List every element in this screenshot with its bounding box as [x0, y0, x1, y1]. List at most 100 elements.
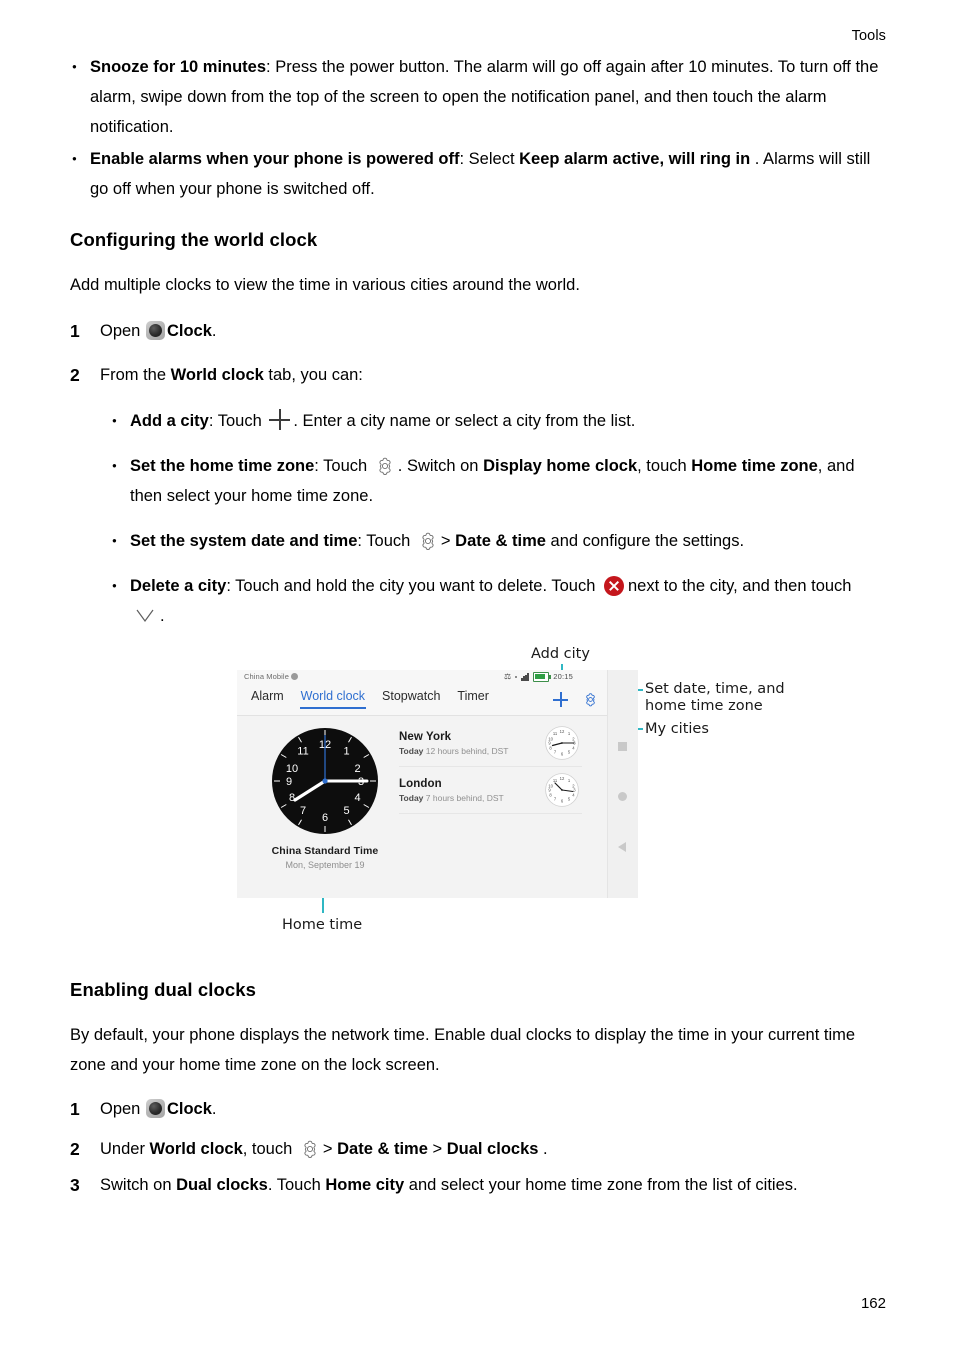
svg-text:11: 11 — [553, 731, 558, 736]
tab-alarm[interactable]: Alarm — [251, 689, 284, 707]
annotation-home-time: Home time — [282, 917, 363, 933]
step2-before: From the — [100, 366, 171, 384]
section-world-clock: Configuring the world clock Add multiple… — [70, 228, 886, 631]
status-icons: ⚖ 20:15 — [504, 672, 573, 682]
sub-sysdate-lead: Set the system date and time — [130, 532, 358, 550]
sub-delete-tail-2: . — [160, 607, 165, 625]
home-clock-timezone: China Standard Time — [271, 845, 379, 857]
dual-step2-bold-3: Dual clocks — [446, 1140, 539, 1158]
annotation-set-date-time: Set date, time, and home time zone — [645, 681, 785, 715]
city-name: New York — [399, 730, 452, 743]
step-open-clock: 1 Open Clock. — [70, 316, 886, 346]
dual-clocks-intro: By default, your phone displays the netw… — [70, 1026, 856, 1074]
sub-home-tz-tail-1: . Switch on — [397, 457, 484, 475]
gear-icon — [300, 1139, 320, 1159]
home-nav-icon[interactable] — [618, 792, 627, 801]
clock-app-icon — [145, 1099, 165, 1118]
bullet-powered-off-text-before: : Select — [459, 150, 520, 168]
annotation-set-date-time-line2: home time zone — [645, 698, 763, 714]
gear-icon — [418, 531, 438, 551]
svg-text:5: 5 — [343, 805, 349, 817]
phone-status-bar: China Mobile ⚖ 20:15 — [237, 670, 608, 685]
dual-step-date-time: 2 Under World clock, touch > Date & time … — [70, 1134, 886, 1164]
bullet-powered-off-lead: Enable alarms when your phone is powered… — [90, 150, 460, 168]
dual-step2-bold-1: World clock — [149, 1140, 243, 1158]
tab-strip: Alarm World clock Stopwatch Timer — [251, 689, 489, 709]
bullet-powered-off-emphasis: Keep alarm active, will ring in — [519, 150, 751, 168]
city-analog-clock: 12 1 2 3 4 5 6 7 8 9 — [544, 725, 580, 761]
phone-nav-bar — [607, 670, 638, 898]
step-open-clock-after: . — [211, 322, 217, 340]
sub-bullet-delete-city: Delete a city: Touch and hold the city y… — [110, 571, 886, 631]
dual-step2-mid: , touch — [242, 1140, 293, 1158]
carrier-label: China Mobile — [244, 672, 298, 681]
sub-home-tz-lead: Set the home time zone — [130, 457, 315, 475]
sub-bullet-system-date-time: Set the system date and time: Touch > Da… — [110, 526, 886, 556]
sub-delete-mid: : Touch and hold the city you want to de… — [226, 577, 596, 595]
list-item[interactable]: London Today 7 hours behind, DST 12 1 2 … — [399, 767, 582, 814]
sub-sysdate-tail-2: and configure the settings. — [545, 532, 745, 550]
tab-world-clock[interactable]: World clock — [299, 689, 367, 709]
status-time: 20:15 — [553, 672, 573, 682]
clock-app-icon — [145, 321, 165, 340]
svg-text:11: 11 — [553, 778, 558, 783]
city-offset-text: 7 hours behind, DST — [425, 792, 504, 803]
dual-step2-tail-1: > — [322, 1140, 338, 1158]
recents-nav-icon[interactable] — [618, 742, 627, 751]
sub-bullet-add-city: Add a city: Touch . Enter a city name or… — [110, 406, 886, 436]
section-dual-clocks: Enabling dual clocks By default, your ph… — [70, 978, 886, 1200]
svg-text:12: 12 — [560, 776, 565, 781]
bullet-snooze-lead: Snooze for 10 minutes — [90, 58, 267, 76]
phone-tab-bar: Alarm World clock Stopwatch Timer — [237, 685, 608, 716]
battery-icon — [533, 672, 551, 682]
dual-step2-tail-2: > — [427, 1140, 447, 1158]
page-number: 162 — [860, 1295, 886, 1312]
page-title-dual-clocks: Enabling dual clocks — [70, 979, 257, 1000]
settings-button[interactable] — [583, 692, 598, 707]
bullet-powered-off: Enable alarms when your phone is powered… — [70, 144, 886, 204]
plus-icon — [269, 409, 291, 430]
step-number: 2 — [70, 1139, 80, 1159]
sub-delete-lead: Delete a city — [130, 577, 227, 595]
running-header: Tools — [851, 28, 886, 44]
phone-content-area: 12 1 2 3 4 5 6 7 8 9 10 — [237, 716, 608, 898]
tab-stopwatch[interactable]: Stopwatch — [382, 689, 440, 707]
sub-home-tz-bold-2: Home time zone — [691, 457, 818, 475]
annotation-add-city: Add city — [531, 646, 590, 662]
svg-text:10: 10 — [548, 737, 553, 742]
svg-text:11: 11 — [297, 746, 308, 758]
back-nav-icon[interactable] — [618, 842, 626, 852]
sim-icon — [290, 673, 298, 680]
bullet-list: Snooze for 10 minutes: Press the power b… — [70, 52, 886, 204]
step-number: 1 — [70, 321, 80, 341]
step-open-clock-label: Clock — [166, 322, 212, 340]
bluetooth-icon: ⚖ — [504, 672, 512, 682]
document-page: Tools Snooze for 10 minutes: Press the p… — [0, 0, 954, 1350]
step-number: 1 — [70, 1099, 80, 1119]
home-clock-widget: 12 1 2 3 4 5 6 7 8 9 10 — [255, 726, 395, 870]
annotation-my-cities: My cities — [645, 721, 709, 737]
world-clock-intro: Add multiple clocks to view the time in … — [70, 276, 580, 294]
dual-step1-after: . — [211, 1100, 217, 1118]
sub-sysdate-tail-1: > — [440, 532, 456, 550]
city-today-label: Today — [399, 745, 424, 756]
dual-step3-mid: . Touch — [267, 1176, 326, 1194]
city-offset: Today 7 hours behind, DST — [399, 793, 544, 803]
city-today-label: Today — [399, 792, 424, 803]
list-item[interactable]: New York Today 12 hours behind, DST 12 1 — [399, 720, 582, 767]
sub-delete-tail-1: next to the city, and then touch — [627, 577, 852, 595]
dual-step2-tail-3: . — [538, 1140, 548, 1158]
sub-add-city-lead: Add a city — [130, 412, 209, 430]
dual-step1-label: Clock — [166, 1100, 212, 1118]
svg-text:6: 6 — [322, 812, 328, 824]
sub-sysdate-mid: : Touch — [357, 532, 411, 550]
dual-step-open-clock: 1 Open Clock. — [70, 1094, 886, 1124]
city-info: London Today 7 hours behind, DST — [399, 778, 544, 803]
sub-home-tz-mid: : Touch — [314, 457, 368, 475]
city-info: New York Today 12 hours behind, DST — [399, 731, 544, 756]
add-city-button[interactable] — [553, 692, 568, 707]
sub-home-tz-bold-1: Display home clock — [483, 457, 638, 475]
svg-text:1: 1 — [343, 746, 349, 758]
sub-sysdate-bold-1: Date & time — [455, 532, 546, 550]
tab-timer[interactable]: Timer — [457, 689, 488, 707]
